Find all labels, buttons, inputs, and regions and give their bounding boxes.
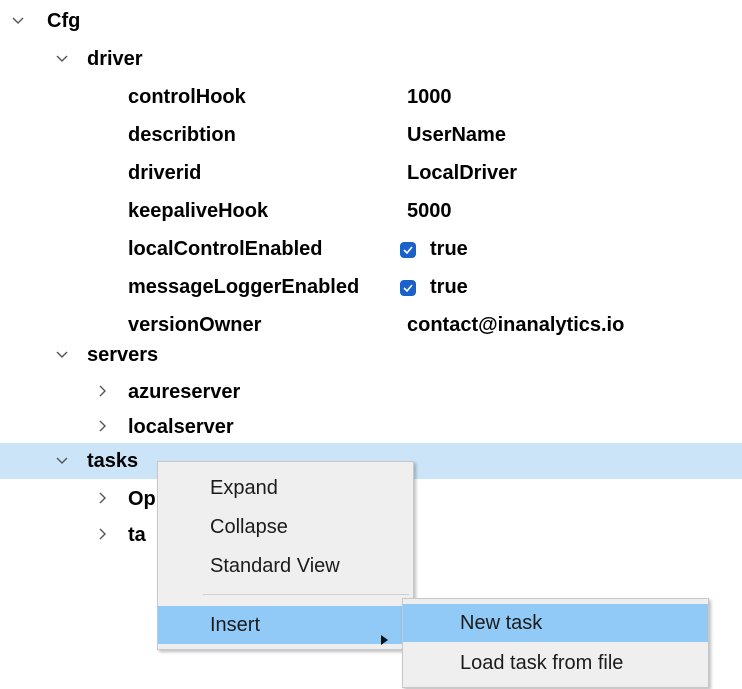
context-menu: Expand Collapse Standard View Insert (157, 461, 414, 650)
check-icon (403, 246, 413, 254)
property-row-messageloggerenabled[interactable]: messageLoggerEnabled true (0, 268, 742, 306)
submenu-arrow-icon (381, 620, 388, 658)
property-key: describtion (128, 124, 236, 146)
tree-node-label: azureserver (128, 381, 241, 403)
menu-item-label: Load task from file (460, 652, 624, 674)
tree-node-label: ta (128, 524, 146, 546)
property-value[interactable]: 5000 (407, 199, 452, 223)
tree-node-label: Cfg (47, 10, 81, 32)
chevron-down-icon[interactable] (11, 14, 25, 28)
menu-item-collapse[interactable]: Collapse (158, 508, 413, 546)
menu-item-insert[interactable]: Insert (158, 606, 413, 645)
property-key: versionOwner (128, 314, 262, 336)
menu-item-expand[interactable]: Expand (158, 469, 413, 507)
checkbox[interactable] (400, 280, 416, 296)
tree-node-azureserver[interactable]: azureserver (0, 373, 742, 411)
property-row-describtion[interactable]: describtion UserName (0, 116, 742, 154)
menu-item-label: Insert (210, 614, 261, 636)
chevron-right-icon[interactable] (96, 491, 110, 505)
property-key: controlHook (128, 86, 246, 108)
chevron-down-icon[interactable] (55, 348, 69, 362)
property-key: keepaliveHook (128, 200, 269, 222)
tree-node-driver[interactable]: driver (0, 40, 742, 78)
menu-separator (203, 594, 409, 595)
menu-item-standard-view[interactable]: Standard View (158, 547, 413, 585)
menu-item-label: Expand (210, 477, 278, 499)
menu-item-label: Collapse (210, 516, 288, 538)
property-key: messageLoggerEnabled (128, 276, 360, 298)
tree-node-label: localserver (128, 416, 234, 438)
tree-node-label: Op (128, 488, 156, 510)
chevron-down-icon[interactable] (55, 52, 69, 66)
menu-item-new-task[interactable]: New task (403, 604, 708, 642)
chevron-down-icon[interactable] (55, 454, 69, 468)
tree-node-servers[interactable]: servers (0, 336, 742, 374)
property-row-localcontrolenabled[interactable]: localControlEnabled true (0, 230, 742, 268)
menu-item-load-task-from-file[interactable]: Load task from file (403, 644, 708, 682)
chevron-right-icon[interactable] (96, 419, 110, 433)
tree-node-cfg[interactable]: Cfg (0, 2, 742, 40)
property-value[interactable]: LocalDriver (407, 161, 517, 185)
tree-node-localserver[interactable]: localserver (0, 408, 742, 446)
property-row-controlhook[interactable]: controlHook 1000 (0, 78, 742, 116)
property-value[interactable]: contact@inanalytics.io (407, 313, 624, 337)
property-value[interactable]: UserName (407, 123, 506, 147)
checkbox[interactable] (400, 242, 416, 258)
tree-node-label: servers (87, 344, 159, 366)
insert-submenu: New task Load task from file (402, 598, 709, 688)
property-key: localControlEnabled (128, 238, 323, 260)
menu-item-label: New task (460, 612, 543, 634)
tree-node-label: tasks (87, 450, 139, 472)
menu-item-label: Standard View (210, 555, 340, 577)
check-icon (403, 284, 413, 292)
property-value[interactable]: 1000 (407, 85, 452, 109)
property-key: driverid (128, 162, 202, 184)
chevron-right-icon[interactable] (96, 384, 110, 398)
property-value: true (430, 238, 468, 260)
tree-node-label: driver (87, 48, 143, 70)
property-row-keepalivehook[interactable]: keepaliveHook 5000 (0, 192, 742, 230)
chevron-right-icon[interactable] (96, 527, 110, 541)
property-row-driverid[interactable]: driverid LocalDriver (0, 154, 742, 192)
property-value: true (430, 276, 468, 298)
